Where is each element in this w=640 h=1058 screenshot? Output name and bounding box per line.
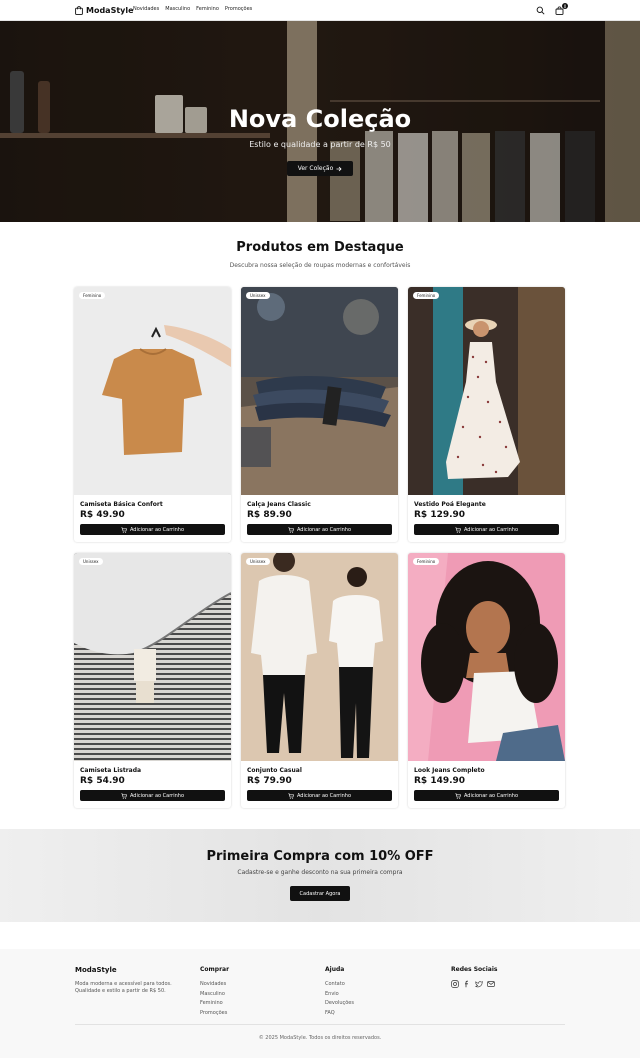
facebook-icon[interactable] (463, 980, 471, 988)
add-to-cart-label: Adicionar ao Carrinho (463, 526, 519, 533)
category-badge: Feminino (413, 558, 440, 565)
product-name[interactable]: Camiseta Básica Confort (80, 501, 163, 508)
cart-icon (455, 793, 461, 799)
hero-subtitle: Estilo e qualidade a partir de R$ 50 (249, 140, 391, 149)
product-price: R$ 149.90 (414, 776, 466, 786)
product-price: R$ 129.90 (414, 510, 466, 520)
shopping-bag-icon (75, 6, 83, 15)
cart-icon (288, 527, 294, 533)
product-price: R$ 89.90 (247, 510, 292, 520)
view-collection-label: Ver Coleção (297, 165, 334, 172)
mail-icon[interactable] (487, 980, 495, 988)
footer-link-devolucoes[interactable]: Devoluções (325, 999, 354, 1009)
product-price: R$ 49.90 (80, 510, 125, 520)
product-card[interactable]: Feminino Vestido Poá Elegante R$ 129.90 … (408, 287, 565, 542)
product-price: R$ 54.90 (80, 776, 125, 786)
product-name[interactable]: Vestido Poá Elegante (414, 501, 486, 508)
category-badge: Feminino (79, 292, 106, 299)
site-footer: ModaStyle Moda moderna e acessível para … (0, 949, 640, 1058)
product-image[interactable] (74, 287, 231, 495)
category-badge: Unissex (79, 558, 103, 565)
product-card[interactable]: Unissex Calça Jeans Classic R$ 89.90 Adi… (241, 287, 398, 542)
product-name[interactable]: Calça Jeans Classic (247, 501, 311, 508)
add-to-cart-button[interactable]: Adicionar ao Carrinho (414, 524, 559, 535)
product-card[interactable]: Unissex Conjunto Casual R$ 79.90 Adicion… (241, 553, 398, 808)
footer-link-novidades[interactable]: Novidades (200, 980, 229, 990)
product-image[interactable] (241, 287, 398, 495)
product-name[interactable]: Look Jeans Completo (414, 767, 485, 774)
add-to-cart-label: Adicionar ao Carrinho (463, 792, 519, 799)
add-to-cart-button[interactable]: Adicionar ao Carrinho (80, 790, 225, 801)
add-to-cart-button[interactable]: Adicionar ao Carrinho (247, 790, 392, 801)
footer-divider (75, 1024, 565, 1025)
footer-shop-column: Comprar Novidades Masculino Feminino Pro… (200, 966, 229, 1018)
footer-link-contato[interactable]: Contato (325, 980, 354, 990)
footer-brand: ModaStyle (75, 966, 117, 974)
category-badge: Unissex (246, 292, 270, 299)
cart-icon (288, 793, 294, 799)
featured-subtitle: Descubra nossa seleção de roupas moderna… (229, 262, 411, 269)
site-header: ModaStyle Novidades Masculino Feminino P… (0, 0, 640, 21)
add-to-cart-button[interactable]: Adicionar ao Carrinho (414, 790, 559, 801)
cart-icon (121, 527, 127, 533)
copyright: © 2025 ModaStyle. Todos os direitos rese… (258, 1035, 382, 1041)
signup-button[interactable]: Cadastrar Agora (290, 886, 350, 901)
product-card[interactable]: Feminino Look Jeans Completo R$ 149.90 A… (408, 553, 565, 808)
add-to-cart-button[interactable]: Adicionar ao Carrinho (80, 524, 225, 535)
nav-promocoes[interactable]: Promoções (225, 6, 252, 12)
product-price: R$ 79.90 (247, 776, 292, 786)
add-to-cart-button[interactable]: Adicionar ao Carrinho (247, 524, 392, 535)
cart-icon (455, 527, 461, 533)
cart-icon (121, 793, 127, 799)
product-image[interactable] (241, 553, 398, 761)
promo-title: Primeira Compra com 10% OFF (206, 849, 434, 864)
arrow-right-icon (336, 166, 342, 171)
cart-count-badge: 0 (562, 3, 568, 9)
product-name[interactable]: Conjunto Casual (247, 767, 302, 774)
product-card[interactable]: Unissex Camiseta Listrada R$ 54.90 Adici… (74, 553, 231, 808)
add-to-cart-label: Adicionar ao Carrinho (296, 526, 352, 533)
product-image[interactable] (74, 553, 231, 761)
logo[interactable]: ModaStyle (75, 5, 134, 16)
instagram-icon[interactable] (451, 980, 459, 988)
add-to-cart-label: Adicionar ao Carrinho (296, 792, 352, 799)
product-name[interactable]: Camiseta Listrada (80, 767, 141, 774)
hero-title: Nova Coleção (228, 105, 412, 133)
footer-link-masculino[interactable]: Masculino (200, 990, 229, 1000)
footer-social-column: Redes Sociais (451, 966, 497, 988)
featured-title: Produtos em Destaque (236, 240, 404, 255)
footer-description: Moda moderna e acessível para todos. Qua… (75, 981, 172, 994)
nav-masculino[interactable]: Masculino (165, 6, 190, 12)
footer-help-column: Ajuda Contato Envio Devoluções FAQ (325, 966, 354, 1018)
hero-banner: Nova Coleção Estilo e qualidade a partir… (0, 21, 640, 222)
footer-link-feminino[interactable]: Feminino (200, 999, 229, 1009)
category-badge: Feminino (413, 292, 440, 299)
main-nav: Novidades Masculino Feminino Promoções (133, 6, 252, 12)
promo-banner: Primeira Compra com 10% OFF Cadastre-se … (0, 829, 640, 922)
footer-link-envio[interactable]: Envio (325, 990, 354, 1000)
add-to-cart-label: Adicionar ao Carrinho (129, 526, 185, 533)
product-image[interactable] (408, 553, 565, 761)
footer-brand-column: ModaStyle Moda moderna e acessível para … (75, 966, 185, 995)
promo-subtitle: Cadastre-se e ganhe desconto na sua prim… (237, 869, 403, 876)
add-to-cart-label: Adicionar ao Carrinho (129, 792, 185, 799)
search-icon[interactable] (536, 6, 545, 15)
brand-name: ModaStyle (86, 6, 134, 15)
footer-link-promocoes[interactable]: Promoções (200, 1009, 229, 1019)
view-collection-button[interactable]: Ver Coleção (287, 161, 353, 176)
footer-shop-title: Comprar (200, 966, 230, 973)
product-card[interactable]: Feminino Camiseta Básica Confort R$ 49.9… (74, 287, 231, 542)
product-image[interactable] (408, 287, 565, 495)
footer-link-faq[interactable]: FAQ (325, 1009, 354, 1019)
nav-novidades[interactable]: Novidades (133, 6, 159, 12)
footer-social-title: Redes Sociais (451, 966, 498, 973)
footer-help-title: Ajuda (325, 966, 345, 973)
category-badge: Unissex (246, 558, 270, 565)
nav-feminino[interactable]: Feminino (196, 6, 219, 12)
twitter-icon[interactable] (475, 980, 483, 988)
